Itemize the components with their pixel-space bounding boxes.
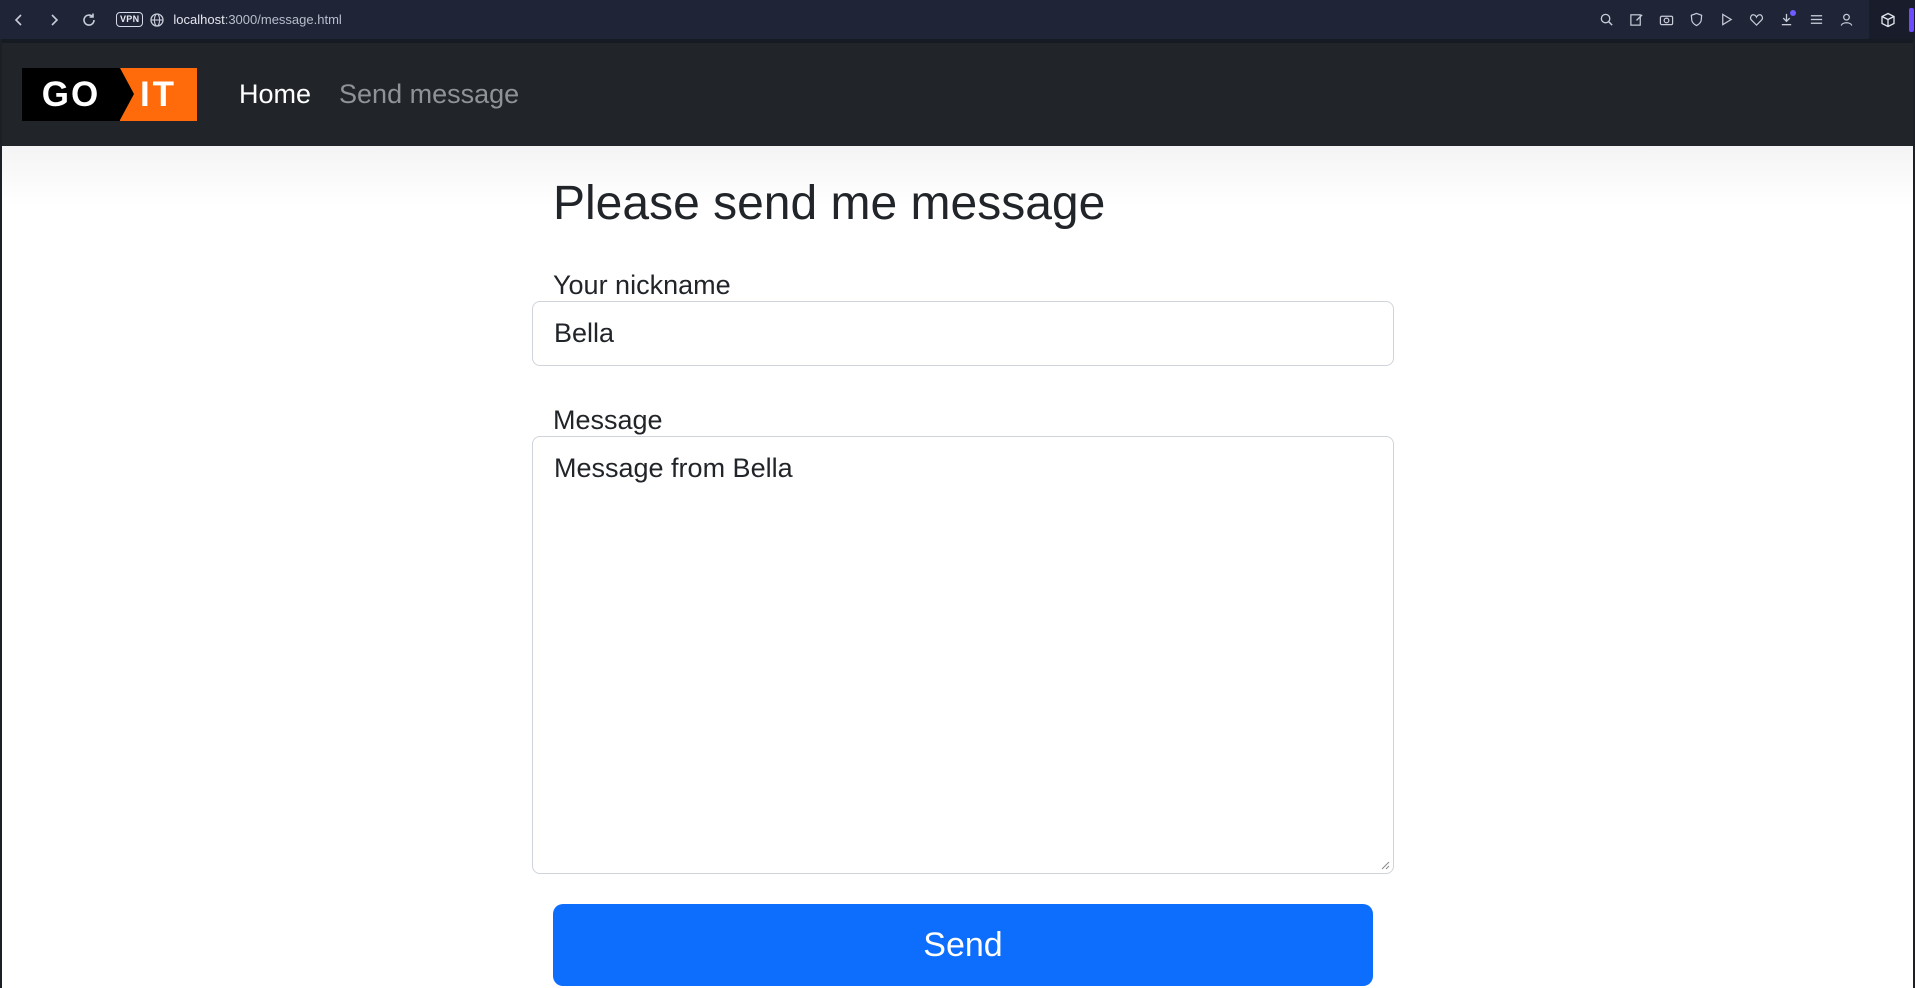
- page-title: Please send me message: [553, 177, 1106, 230]
- nav-links: Home Send message: [239, 79, 519, 110]
- browser-tools: [1593, 0, 1915, 39]
- logo-go: GO: [22, 68, 120, 121]
- page-viewport: GO IT Home Send message Please send me m…: [0, 39, 1915, 988]
- sidebar-strip: [1909, 7, 1914, 32]
- vpn-badge[interactable]: VPN: [116, 12, 144, 27]
- profile-icon[interactable]: [1833, 7, 1859, 33]
- cube-icon[interactable]: [1875, 7, 1901, 33]
- forward-icon[interactable]: [41, 7, 67, 33]
- navbar: GO IT Home Send message: [2, 39, 1913, 146]
- goit-logo[interactable]: GO IT: [22, 68, 197, 121]
- url-path: :3000/message.html: [224, 12, 342, 27]
- message-textarea[interactable]: Message from Bella: [532, 436, 1394, 874]
- heart-icon[interactable]: [1743, 7, 1769, 33]
- search-icon[interactable]: [1593, 7, 1619, 33]
- nickname-input[interactable]: Bella: [532, 301, 1394, 366]
- address-bar[interactable]: localhost:3000/message.html: [173, 12, 341, 27]
- download-icon[interactable]: [1773, 7, 1799, 33]
- browser-toolbar: VPN localhost:3000/message.html: [0, 0, 1915, 39]
- globe-icon: [150, 12, 165, 27]
- nav-link-send-message[interactable]: Send message: [339, 79, 519, 110]
- main-content: Please send me message Your nickname Bel…: [2, 146, 1913, 988]
- download-badge: [1790, 9, 1796, 16]
- play-icon[interactable]: [1713, 7, 1739, 33]
- camera-icon[interactable]: [1653, 7, 1679, 33]
- sidebar-toggle-area: [1869, 0, 1915, 39]
- send-button[interactable]: Send: [553, 904, 1373, 986]
- back-icon[interactable]: [6, 7, 32, 33]
- message-label: Message: [553, 405, 663, 435]
- message-text: Message from Bella: [554, 453, 793, 483]
- reload-icon[interactable]: [76, 7, 102, 33]
- shield-icon[interactable]: [1683, 7, 1709, 33]
- edit-icon[interactable]: [1623, 7, 1649, 33]
- nickname-label: Your nickname: [553, 270, 731, 300]
- nav-link-home[interactable]: Home: [239, 79, 311, 110]
- logo-it: IT: [120, 68, 197, 121]
- menu-icon[interactable]: [1803, 7, 1829, 33]
- url-host: localhost: [173, 12, 225, 27]
- resize-handle-icon[interactable]: [1380, 860, 1390, 870]
- browser-nav: [6, 7, 102, 33]
